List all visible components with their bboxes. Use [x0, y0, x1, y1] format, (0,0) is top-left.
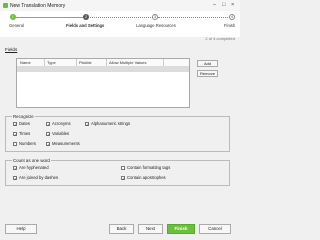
checkbox-label: Numbers: [19, 141, 36, 146]
window-title: New Translation Memory: [10, 2, 66, 9]
column-header-name[interactable]: Name: [20, 60, 31, 65]
checkbox-label: Are hyphenated: [19, 165, 49, 170]
checkbox-label: Times: [19, 131, 31, 136]
recognize-dates-checkbox[interactable]: ✓ Dates: [13, 121, 30, 126]
app-logo-icon: [3, 3, 8, 8]
checkbox-label: Dates: [19, 121, 30, 126]
checkbox-empty-icon: [121, 165, 125, 170]
recognize-alphanumeric-checkbox[interactable]: ✓ Alphanumeric strings: [85, 121, 130, 126]
column-divider: [106, 59, 107, 66]
checkbox-label: Are joined by dashes: [19, 175, 59, 180]
column-header-type[interactable]: Type: [47, 60, 56, 65]
checkbox-check-icon: ✓: [46, 141, 51, 147]
column-header-picklist[interactable]: Picklist: [79, 60, 91, 65]
step-1-check-icon: ✓: [10, 14, 16, 20]
close-button[interactable]: ×: [231, 2, 234, 8]
remove-field-button[interactable]: Remove: [197, 70, 218, 77]
step-4-indicator: 4: [229, 14, 235, 20]
step-connector-3: [158, 17, 230, 18]
step-3-label: Language Resources: [136, 23, 176, 28]
checkbox-label: Measurements: [52, 141, 80, 146]
column-header-allow-multiple[interactable]: Allow Multiple Values: [109, 60, 147, 65]
checkbox-check-icon: ✓: [46, 131, 51, 137]
hyphenated-checkbox[interactable]: ✓ Are hyphenated: [13, 165, 49, 170]
recognize-variables-checkbox[interactable]: ✓ Variables: [46, 131, 69, 136]
next-button[interactable]: Next: [138, 224, 163, 234]
checkbox-label: Variables: [52, 131, 70, 136]
recognize-measurements-checkbox[interactable]: ✓ Measurements: [46, 141, 80, 146]
step-connector-1: [16, 17, 83, 18]
step-connector-2: [88, 17, 153, 18]
step-4-label: Finish: [224, 23, 236, 28]
recognize-title: Recognize: [12, 113, 35, 119]
recognize-acronyms-checkbox[interactable]: ✓ Acronyms: [46, 121, 71, 126]
count-as-one-word-title: Count as one word: [12, 157, 51, 163]
minimize-button[interactable]: –: [213, 2, 216, 8]
checkbox-check-icon: ✓: [13, 175, 18, 181]
apostrophes-checkbox[interactable]: ✓ Contain apostrophes: [121, 175, 166, 180]
finish-button[interactable]: Finish: [167, 224, 195, 234]
progress-text: 2 of 4 completed: [205, 36, 235, 41]
step-2-label: Fields and Settings: [66, 23, 105, 28]
checkbox-check-icon: ✓: [46, 121, 51, 127]
checkbox-check-icon: ✓: [13, 121, 18, 127]
checkbox-check-icon: ✓: [85, 121, 90, 127]
checkbox-check-icon: ✓: [121, 175, 126, 181]
checkbox-check-icon: ✓: [13, 165, 18, 171]
column-divider: [44, 59, 45, 66]
wizard-header: [0, 11, 240, 37]
checkbox-label: Acronyms: [52, 121, 71, 126]
step-1-label: General: [9, 23, 24, 28]
checkbox-label: Contain apostrophes: [127, 175, 166, 180]
table-row[interactable]: [17, 66, 189, 72]
joined-by-dashes-checkbox[interactable]: ✓ Are joined by dashes: [13, 175, 58, 180]
column-divider: [163, 59, 164, 66]
help-button[interactable]: Help: [5, 224, 37, 234]
step-3-indicator: 3: [152, 14, 158, 20]
recognize-numbers-checkbox[interactable]: Numbers: [13, 141, 36, 146]
fields-label: Fields: [5, 47, 18, 52]
step-2-indicator: 2: [83, 14, 89, 20]
fields-table[interactable]: Name Type Picklist Allow Multiple Values: [16, 58, 190, 108]
formatting-tags-checkbox[interactable]: Contain formatting tags: [121, 165, 170, 170]
cancel-button[interactable]: Cancel: [199, 224, 231, 234]
count-as-one-word-group: Count as one word: [5, 157, 230, 186]
checkbox-label: Alphanumeric strings: [91, 121, 131, 126]
column-divider: [76, 59, 77, 66]
maximize-button[interactable]: □: [222, 2, 225, 8]
recognize-times-checkbox[interactable]: ✓ Times: [13, 131, 30, 136]
back-button[interactable]: Back: [109, 224, 134, 234]
checkbox-label: Contain formatting tags: [127, 165, 171, 170]
add-field-button[interactable]: Add: [197, 60, 218, 67]
checkbox-empty-icon: [13, 141, 17, 146]
checkbox-check-icon: ✓: [13, 131, 18, 137]
